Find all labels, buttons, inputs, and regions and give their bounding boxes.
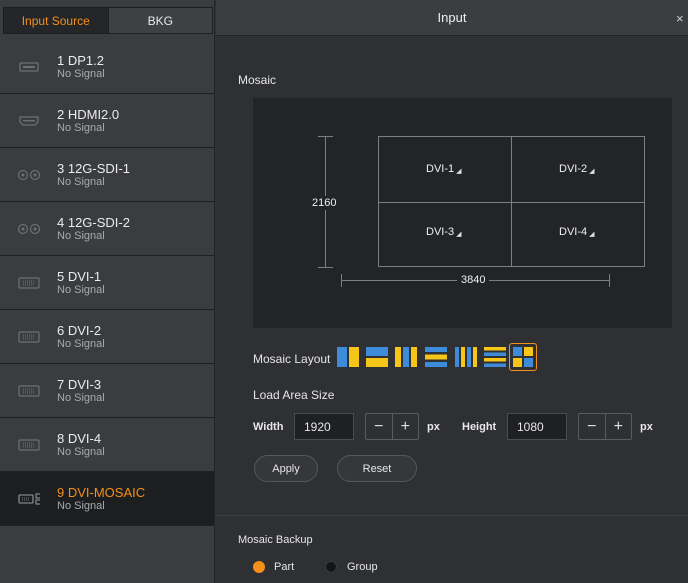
dvi-port-icon xyxy=(18,330,40,344)
width-unit: px xyxy=(427,421,440,433)
source-list: 1 DP1.2 No Signal 2 HDMI2.0 No Signal 3 … xyxy=(0,40,214,526)
source-item-sdi-1[interactable]: 3 12G-SDI-1 No Signal xyxy=(0,148,214,202)
layout-3-columns-icon[interactable] xyxy=(391,343,419,371)
source-status: No Signal xyxy=(57,176,105,188)
dvi-port-icon xyxy=(18,438,40,452)
height-unit: px xyxy=(640,421,653,433)
layout-4-columns-icon[interactable] xyxy=(451,343,479,371)
source-item-dvi-mosaic[interactable]: 9 DVI-MOSAIC No Signal xyxy=(0,472,214,526)
sdi-port-icon xyxy=(18,222,40,236)
grid-divider xyxy=(379,202,644,203)
cell-label: DVI-2 xyxy=(559,163,588,175)
height-increment-button[interactable]: + xyxy=(604,414,632,439)
source-item-dvi-3[interactable]: 7 DVI-3 No Signal xyxy=(0,364,214,418)
apply-button[interactable]: Apply xyxy=(254,455,318,482)
height-decrement-button[interactable]: − xyxy=(579,414,605,439)
source-item-dvi-4[interactable]: 8 DVI-4 No Signal xyxy=(0,418,214,472)
width-dimension-tick xyxy=(609,274,610,287)
group-radio[interactable] xyxy=(325,561,337,573)
source-item-dp1[interactable]: 1 DP1.2 No Signal xyxy=(0,40,214,94)
hdmi-port-icon xyxy=(18,114,40,128)
tab-bkg[interactable]: BKG xyxy=(108,8,212,33)
height-label: Height xyxy=(462,421,497,433)
layout-2x2-grid-icon[interactable] xyxy=(509,343,537,371)
source-name: 7 DVI-3 xyxy=(57,377,102,392)
source-status: No Signal xyxy=(57,284,105,296)
dp-port-icon xyxy=(18,60,40,74)
source-item-dvi-1[interactable]: 5 DVI-1 No Signal xyxy=(0,256,214,310)
layout-2-rows-icon[interactable] xyxy=(362,343,390,371)
source-name: 3 12G-SDI-1 xyxy=(57,161,130,176)
height-input[interactable] xyxy=(507,413,567,440)
mosaic-cell-dvi-2[interactable]: DVI-2 ◢ xyxy=(559,163,595,175)
source-name: 1 DP1.2 xyxy=(57,53,104,68)
section-divider xyxy=(216,515,688,516)
source-name: 2 HDMI2.0 xyxy=(57,107,120,122)
mosaic-grid: DVI-1 ◢ DVI-2 ◢ DVI-3 ◢ DVI-4 ◢ xyxy=(378,136,645,267)
dvi-port-icon xyxy=(18,276,40,290)
width-stepper[interactable]: − + xyxy=(365,413,419,440)
close-icon[interactable]: × xyxy=(676,11,688,26)
dvi-mosaic-icon xyxy=(18,492,40,506)
mosaic-layout-label: Mosaic Layout xyxy=(253,352,331,366)
source-name: 6 DVI-2 xyxy=(57,323,102,338)
panel-titlebar: Input × xyxy=(216,0,688,36)
height-dimension-tick xyxy=(318,267,333,268)
layout-2-columns-icon[interactable] xyxy=(333,343,361,371)
source-status: No Signal xyxy=(57,122,105,134)
input-settings-panel: Input × Mosaic 2160 DVI-1 ◢ DVI-2 ◢ DVI-3 ◢… xyxy=(216,0,688,583)
width-label: Width xyxy=(253,421,284,433)
corner-triangle-icon: ◢ xyxy=(589,231,595,238)
cell-label: DVI-4 xyxy=(559,226,588,238)
group-radio-label: Group xyxy=(347,561,378,573)
sdi-port-icon xyxy=(18,168,40,182)
source-status: No Signal xyxy=(57,500,105,512)
source-name: 8 DVI-4 xyxy=(57,431,102,446)
mosaic-section-label: Mosaic xyxy=(238,73,277,87)
input-source-panel: Input Source BKG 1 DP1.2 No Signal 2 HDM… xyxy=(0,0,215,583)
source-item-hdmi[interactable]: 2 HDMI2.0 No Signal xyxy=(0,94,214,148)
source-status: No Signal xyxy=(57,230,105,242)
source-item-dvi-2[interactable]: 6 DVI-2 No Signal xyxy=(0,310,214,364)
layout-4-rows-icon[interactable] xyxy=(480,343,508,371)
mosaic-cell-dvi-4[interactable]: DVI-4 ◢ xyxy=(559,226,595,238)
corner-triangle-icon: ◢ xyxy=(456,168,462,175)
tab-input-source[interactable]: Input Source xyxy=(4,8,109,33)
dvi-port-icon xyxy=(18,384,40,398)
source-name: 5 DVI-1 xyxy=(57,269,102,284)
source-tabs: Input Source BKG xyxy=(3,7,213,34)
layout-3-rows-icon[interactable] xyxy=(421,343,449,371)
corner-triangle-icon: ◢ xyxy=(589,168,595,175)
width-decrement-button[interactable]: − xyxy=(366,414,392,439)
mosaic-cell-dvi-3[interactable]: DVI-3 ◢ xyxy=(426,226,462,238)
mosaic-preview: 2160 DVI-1 ◢ DVI-2 ◢ DVI-3 ◢ DVI-4 ◢ 3840 xyxy=(253,98,672,328)
source-name: 4 12G-SDI-2 xyxy=(57,215,130,230)
part-radio[interactable] xyxy=(253,561,265,573)
width-dimension-tick xyxy=(341,274,342,287)
corner-triangle-icon: ◢ xyxy=(456,231,462,238)
height-dimension-tick xyxy=(318,136,333,137)
cell-label: DVI-3 xyxy=(426,226,455,238)
cell-label: DVI-1 xyxy=(426,163,455,175)
width-input[interactable] xyxy=(294,413,354,440)
source-status: No Signal xyxy=(57,68,105,80)
panel-title: Input xyxy=(437,10,467,25)
source-status: No Signal xyxy=(57,338,105,350)
width-increment-button[interactable]: + xyxy=(391,414,419,439)
load-area-size-label: Load Area Size xyxy=(253,388,335,402)
mosaic-width-label: 3840 xyxy=(457,274,490,286)
reset-button[interactable]: Reset xyxy=(337,455,417,482)
source-status: No Signal xyxy=(57,446,105,458)
height-stepper[interactable]: − + xyxy=(578,413,632,440)
source-status: No Signal xyxy=(57,392,105,404)
mosaic-height-label: 2160 xyxy=(312,196,337,210)
part-radio-label: Part xyxy=(274,561,295,573)
source-item-sdi-2[interactable]: 4 12G-SDI-2 No Signal xyxy=(0,202,214,256)
mosaic-cell-dvi-1[interactable]: DVI-1 ◢ xyxy=(426,163,462,175)
source-name: 9 DVI-MOSAIC xyxy=(57,485,146,500)
mosaic-backup-label: Mosaic Backup xyxy=(238,534,313,546)
